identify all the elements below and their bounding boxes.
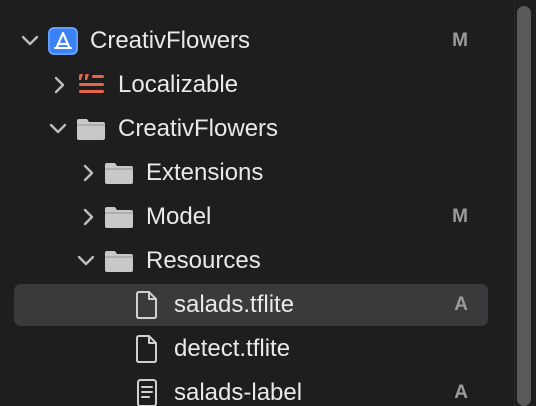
- chevron-down-icon[interactable]: [47, 116, 69, 142]
- nav-row-label: Extensions: [146, 159, 264, 186]
- nav-row-label: CreativFlowers: [118, 115, 279, 142]
- scrollbar-thumb[interactable]: [517, 6, 531, 406]
- folder-icon: [102, 202, 136, 232]
- nav-row-label: Localizable: [118, 71, 239, 98]
- chevron-right-icon[interactable]: [77, 160, 99, 186]
- nav-row-project[interactable]: CreativFlowers M: [0, 20, 506, 62]
- nav-row-label: Resources: [146, 247, 261, 274]
- status-badge: A: [454, 382, 468, 403]
- file-icon: [130, 290, 164, 320]
- nav-row-extensions[interactable]: Extensions: [0, 152, 506, 194]
- chevron-down-icon[interactable]: [19, 28, 41, 54]
- nav-row-salads-tflite[interactable]: salads.tflite A: [0, 284, 506, 326]
- text-file-icon: [130, 378, 164, 406]
- file-icon: [130, 334, 164, 364]
- xcode-project-icon: [46, 26, 80, 56]
- strings-file-icon: [74, 70, 108, 100]
- nav-row-localizable[interactable]: Localizable: [0, 64, 506, 106]
- nav-row-label: salads-label: [174, 379, 303, 406]
- nav-row-label: salads.tflite: [174, 291, 295, 318]
- nav-row-resources[interactable]: Resources: [0, 240, 506, 282]
- chevron-right-icon[interactable]: [48, 72, 70, 98]
- nav-row-creativflowers-folder[interactable]: CreativFlowers: [0, 108, 506, 150]
- nav-row-label: detect.tflite: [174, 335, 291, 362]
- nav-row-salads-label[interactable]: salads-label A: [0, 372, 506, 406]
- nav-row-label: CreativFlowers: [90, 27, 251, 54]
- status-badge: A: [454, 294, 468, 315]
- folder-icon: [74, 114, 108, 144]
- folder-icon: [102, 246, 136, 276]
- status-badge: M: [452, 30, 468, 51]
- nav-row-label: Model: [146, 203, 212, 230]
- vertical-scrollbar[interactable]: [514, 0, 536, 406]
- project-navigator: CreativFlowers M Localizable CreativFlow…: [0, 0, 506, 406]
- nav-row-detect-tflite[interactable]: detect.tflite: [0, 328, 506, 370]
- status-badge: M: [452, 206, 468, 227]
- chevron-right-icon[interactable]: [77, 204, 99, 230]
- chevron-down-icon[interactable]: [75, 248, 97, 274]
- folder-icon: [102, 158, 136, 188]
- nav-row-model[interactable]: Model M: [0, 196, 506, 238]
